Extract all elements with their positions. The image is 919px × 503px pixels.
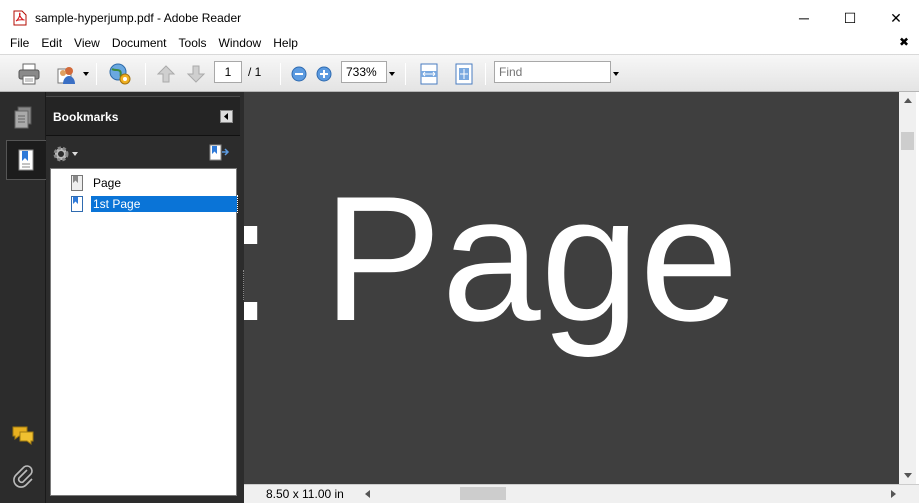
scroll-left-button[interactable]: [360, 485, 374, 503]
zoom-in-button[interactable]: [314, 61, 334, 87]
bookmark-icon: [71, 196, 83, 212]
toolbar-separator: [145, 63, 146, 85]
title-bar: sample-hyperjump.pdf - Adobe Reader ─ ☐ …: [0, 0, 919, 36]
vertical-scroll-thumb[interactable]: [901, 132, 914, 150]
gear-icon: [53, 146, 69, 162]
bookmark-label: Page: [93, 176, 122, 190]
scroll-up-button[interactable]: [899, 92, 916, 109]
minimize-icon: ─: [799, 10, 809, 26]
comment-icon: [12, 426, 34, 445]
toolbar-separator: [405, 63, 406, 85]
document-view[interactable]: : Page: [244, 92, 899, 484]
next-page-button[interactable]: [183, 61, 209, 87]
bookmarks-panel-button[interactable]: [6, 140, 47, 180]
toolbar: [0, 54, 919, 92]
chevron-down-icon: [903, 473, 912, 478]
attachments-panel-button[interactable]: [5, 456, 41, 496]
fit-page-icon: [455, 63, 473, 85]
pages-panel-button[interactable]: [5, 98, 41, 138]
close-button[interactable]: ✕: [873, 0, 919, 36]
toolbar-separator: [96, 63, 97, 85]
menu-bar: File Edit View Document Tools Window Hel…: [0, 33, 919, 53]
zoom-out-button[interactable]: [289, 61, 309, 87]
people-icon: [57, 67, 75, 84]
toolbar-separator: [280, 63, 281, 85]
pdf-file-icon: [12, 10, 28, 26]
fit-width-button[interactable]: [416, 61, 442, 87]
horizontal-scroll-thumb[interactable]: [460, 487, 506, 500]
collaborate-button[interactable]: [52, 61, 82, 87]
zoom-dropdown-icon[interactable]: [389, 72, 395, 76]
fit-page-button[interactable]: [451, 61, 477, 87]
maximize-icon: ☐: [843, 9, 857, 26]
bookmark-item-1st-page[interactable]: 1st Page: [71, 195, 238, 213]
chevron-left-icon: [224, 113, 228, 120]
page-number-input[interactable]: [214, 61, 242, 83]
fit-width-icon: [420, 63, 438, 85]
bookmarks-list: Page 1st Page: [50, 168, 238, 496]
chevron-down-icon: [72, 152, 78, 156]
chevron-down-icon[interactable]: [83, 72, 89, 76]
menu-help[interactable]: Help: [267, 33, 304, 53]
toolbar-separator: [485, 63, 486, 85]
arrow-up-icon: [156, 65, 176, 83]
window-title: sample-hyperjump.pdf - Adobe Reader: [35, 11, 242, 25]
bookmark-label: 1st Page: [90, 195, 238, 213]
comments-panel-button[interactable]: [5, 415, 41, 455]
close-document-icon[interactable]: ✖: [899, 35, 909, 49]
menu-view[interactable]: View: [68, 33, 106, 53]
paperclip-icon: [13, 465, 33, 488]
close-icon: ✕: [890, 9, 902, 26]
document-page-text: : Page: [244, 159, 739, 358]
arrow-down-icon: [186, 65, 206, 83]
chevron-left-icon: [364, 490, 370, 498]
collapse-panel-button[interactable]: [220, 110, 233, 123]
printer-icon: [18, 63, 40, 85]
menu-tools[interactable]: Tools: [173, 33, 213, 53]
bookmark-icon: [71, 175, 83, 191]
bookmark-item-page[interactable]: Page: [71, 174, 123, 192]
chevron-up-icon: [903, 98, 912, 103]
maximize-button[interactable]: ☐: [827, 0, 873, 36]
new-bookmark-button[interactable]: [208, 144, 232, 164]
new-bookmark-icon: [209, 144, 230, 161]
menu-window[interactable]: Window: [213, 33, 268, 53]
find-input[interactable]: [494, 61, 611, 83]
bookmarks-title: Bookmarks: [53, 110, 119, 124]
status-bar: 8.50 x 11.00 in: [244, 484, 919, 503]
bookmarks-tools: [46, 140, 240, 168]
bookmarks-header: Bookmarks: [46, 96, 240, 136]
zoom-out-icon: [291, 66, 307, 82]
print-button[interactable]: [14, 61, 44, 87]
minimize-button[interactable]: ─: [781, 0, 827, 36]
menu-edit[interactable]: Edit: [35, 33, 68, 53]
page-size-label: 8.50 x 11.00 in: [266, 487, 344, 501]
scroll-right-button[interactable]: [886, 485, 900, 503]
bookmark-icon: [18, 149, 34, 171]
vertical-scrollbar[interactable]: [899, 92, 916, 484]
options-button[interactable]: [52, 144, 78, 164]
menu-file[interactable]: File: [0, 33, 35, 53]
zoom-level-field[interactable]: 733%: [341, 61, 387, 83]
pages-icon: [14, 106, 32, 129]
globe-gear-icon: [109, 63, 131, 85]
previous-page-button[interactable]: [153, 61, 179, 87]
zoom-in-icon: [316, 66, 332, 82]
bookmarks-panel: Bookmarks Page 1st Page: [46, 92, 244, 503]
navigation-panel: [0, 92, 47, 503]
horizontal-scrollbar[interactable]: [360, 485, 900, 503]
find-dropdown-icon[interactable]: [613, 72, 619, 76]
page-total-label: / 1: [248, 65, 262, 79]
chevron-right-icon: [890, 490, 896, 498]
sign-button[interactable]: [105, 61, 135, 87]
scroll-down-button[interactable]: [899, 467, 916, 484]
menu-document[interactable]: Document: [106, 33, 173, 53]
